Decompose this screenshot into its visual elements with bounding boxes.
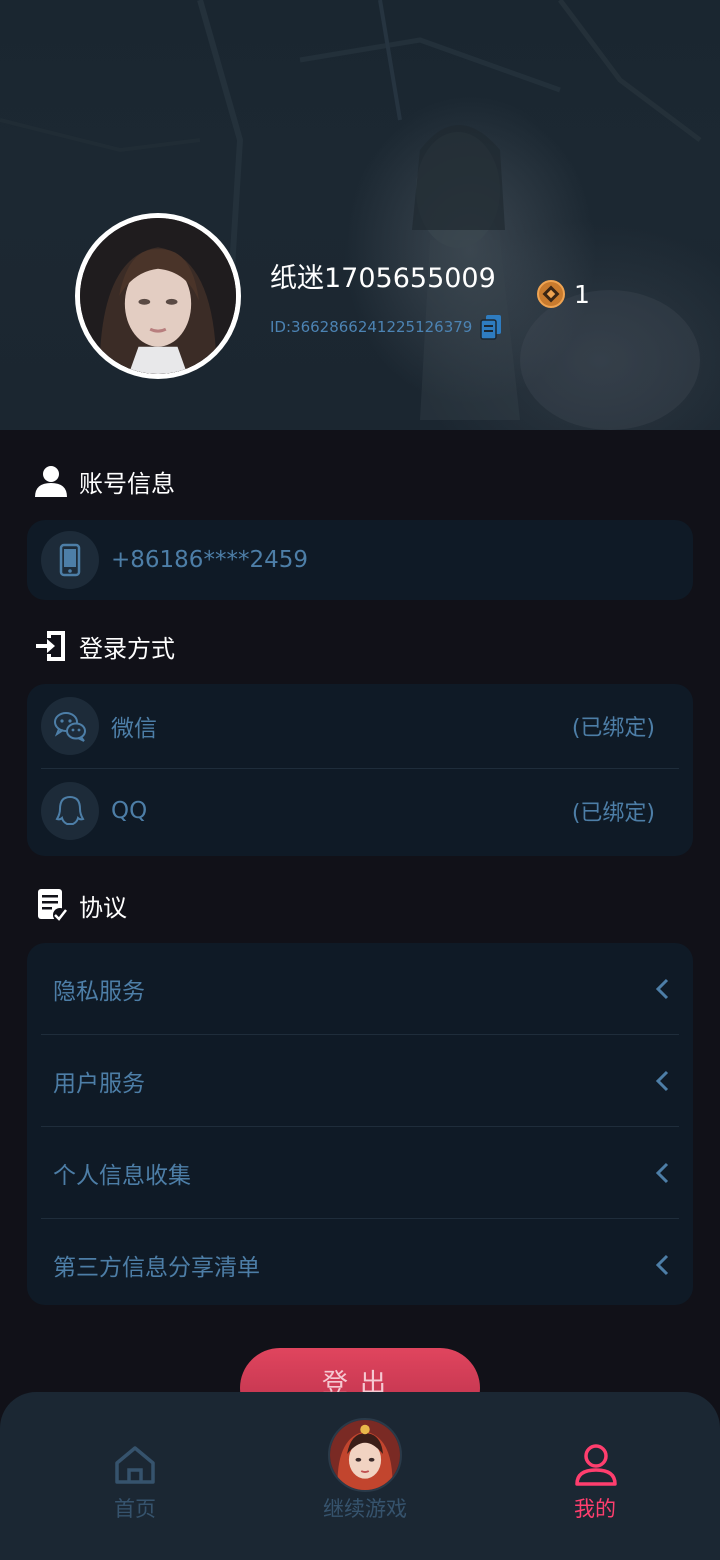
chevron-left-icon [655, 1070, 669, 1091]
agreements-card: 隐私服务 用户服务 个人信息收集 第三方信息分享清单 [27, 943, 693, 1305]
tab-home-label: 首页 [114, 1497, 156, 1521]
login-section-title: 登录方式 [33, 628, 175, 664]
login-method-qq[interactable]: QQ (已绑定) [27, 769, 693, 853]
agreement-label: 隐私服务 [53, 978, 145, 1005]
agreement-personal-info-collection[interactable]: 个人信息收集 [27, 1127, 693, 1218]
user-id: ID:3662866241225126379 [270, 318, 473, 336]
user-outline-icon [575, 1444, 617, 1486]
agreement-section-title: 协议 [33, 887, 127, 923]
login-method-wechat[interactable]: 微信 (已绑定) [27, 684, 693, 768]
tab-continue-label: 继续游戏 [323, 1497, 407, 1521]
agreement-label: 第三方信息分享清单 [53, 1254, 260, 1281]
chevron-left-icon [655, 978, 669, 999]
chevron-left-icon [655, 1254, 669, 1275]
phone-icon [59, 543, 81, 577]
header-background-art [0, 0, 702, 430]
coin-count: 1 [574, 279, 590, 309]
tab-continue-game[interactable]: 继续游戏 [265, 1392, 465, 1560]
wechat-bind-status: (已绑定) [571, 716, 655, 741]
phone-icon-circle [41, 531, 99, 589]
account-section-title: 账号信息 [33, 463, 175, 499]
agreement-user-service[interactable]: 用户服务 [27, 1035, 693, 1126]
profile-header [0, 0, 720, 430]
game-character-image [330, 1420, 400, 1490]
phone-number: +86186****2459 [111, 547, 308, 573]
tab-home[interactable]: 首页 [35, 1392, 235, 1560]
qq-icon [55, 795, 85, 825]
login-section-label: 登录方式 [79, 634, 175, 663]
tab-mine[interactable]: 我的 [495, 1392, 695, 1560]
login-methods-card: 微信 (已绑定) QQ (已绑定) [27, 684, 693, 856]
agreement-section-label: 协议 [79, 893, 127, 922]
user-id-row: ID:3662866241225126379 [270, 314, 502, 340]
bottom-tab-bar: 首页 继续游戏 我的 [0, 1392, 720, 1560]
qq-bind-status: (已绑定) [571, 801, 655, 826]
agreement-label: 个人信息收集 [53, 1162, 191, 1189]
document-check-icon [38, 889, 67, 922]
coin-icon [537, 280, 565, 308]
home-icon [115, 1446, 155, 1484]
avatar-portrait [80, 218, 236, 374]
agreement-label: 用户服务 [53, 1070, 145, 1097]
tab-mine-label: 我的 [574, 1497, 616, 1521]
account-card: +86186****2459 [27, 520, 693, 600]
user-avatar[interactable] [75, 213, 241, 379]
login-icon [36, 631, 65, 661]
wechat-icon [54, 712, 86, 742]
qq-label: QQ [111, 798, 148, 824]
username: 纸迷1705655009 [270, 263, 496, 294]
wechat-label: 微信 [111, 716, 157, 742]
qq-icon-circle [41, 782, 99, 840]
coin-balance[interactable]: 1 [536, 279, 590, 309]
copy-icon[interactable] [480, 314, 502, 340]
chevron-left-icon [655, 1162, 669, 1183]
agreement-privacy-service[interactable]: 隐私服务 [27, 943, 693, 1034]
account-section-label: 账号信息 [79, 469, 175, 498]
user-icon [35, 466, 67, 497]
game-avatar [328, 1418, 402, 1492]
phone-row[interactable]: +86186****2459 [27, 520, 693, 600]
wechat-icon-circle [41, 697, 99, 755]
agreement-third-party-sharing[interactable]: 第三方信息分享清单 [27, 1219, 693, 1310]
